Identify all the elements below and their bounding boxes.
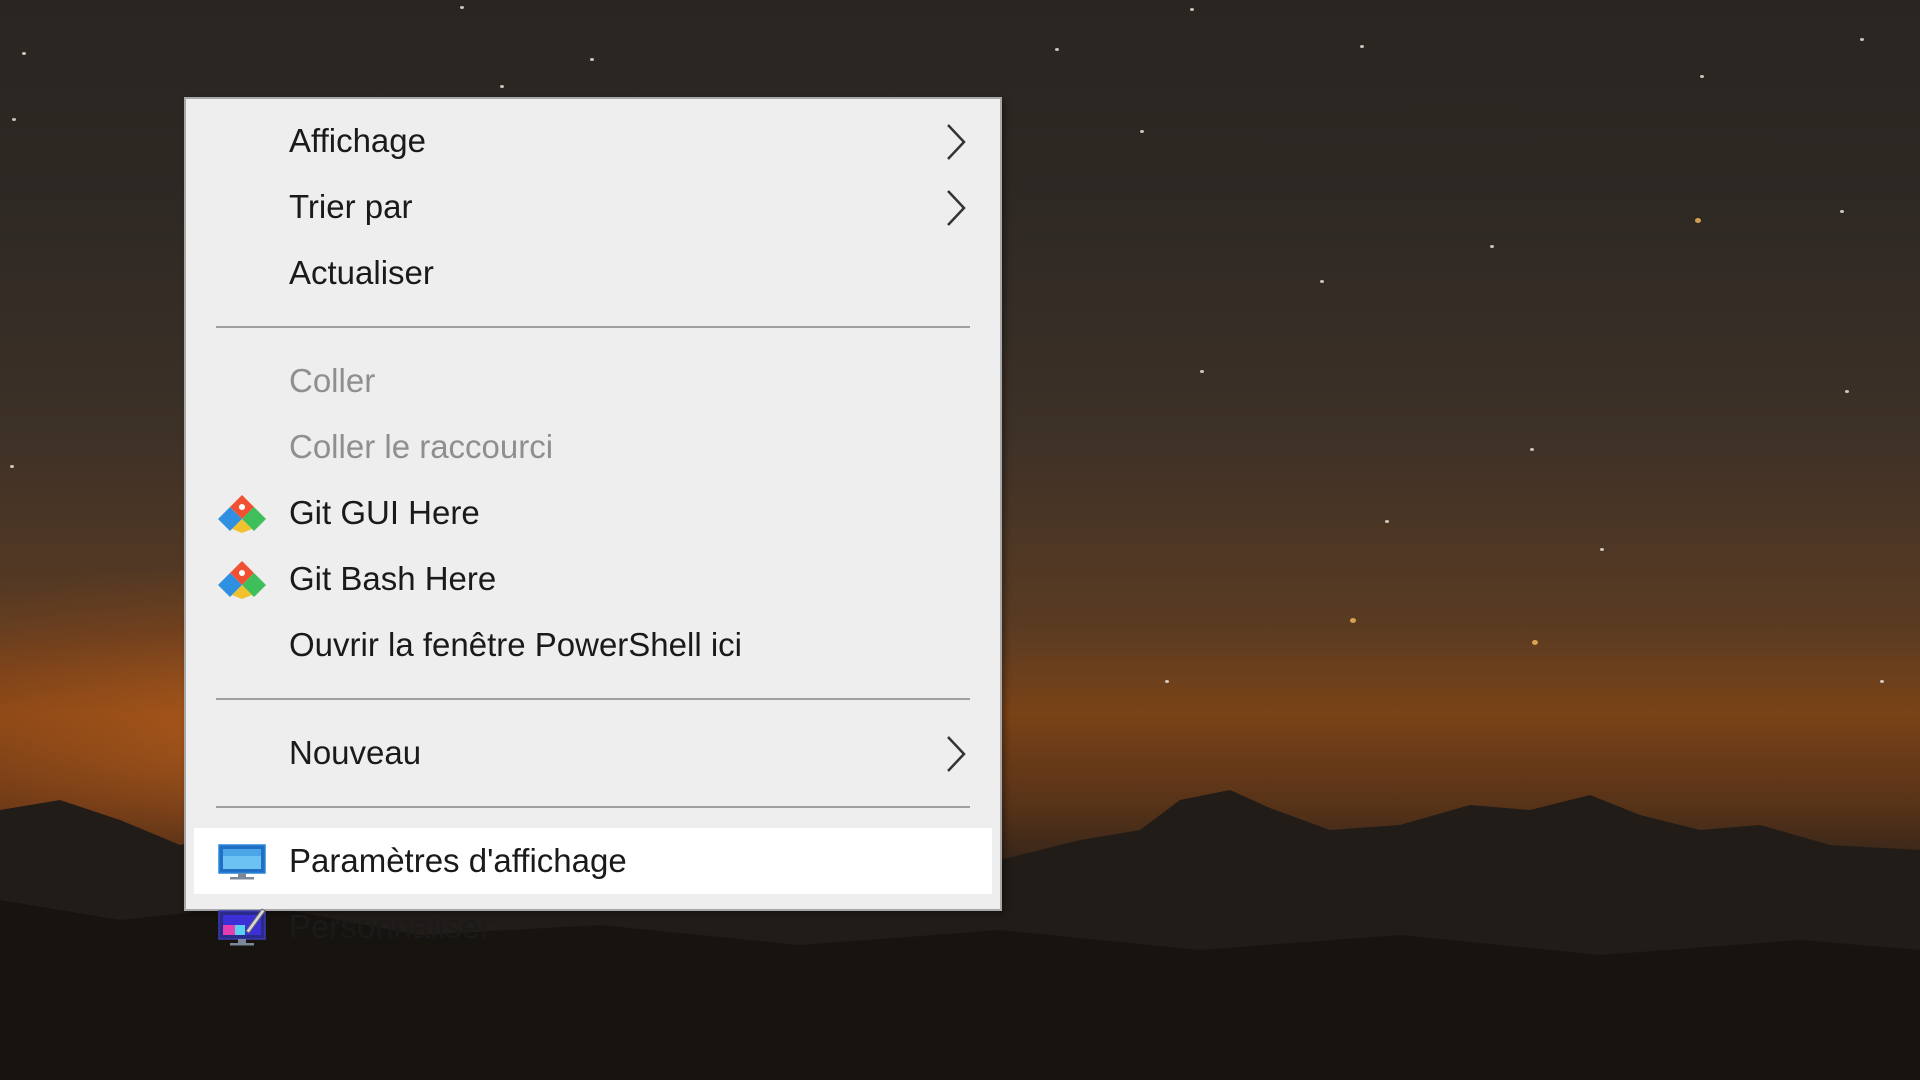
display-settings-icon [218, 844, 266, 880]
menu-item-parametres-affichage[interactable]: Paramètres d'affichage [194, 828, 992, 894]
menu-item-actualiser[interactable]: Actualiser [194, 240, 992, 306]
menu-separator [216, 806, 970, 808]
menu-item-label: Affichage [289, 122, 426, 159]
desktop-background[interactable]: Affichage Trier par Actualiser Coller Co… [0, 0, 1920, 1080]
menu-item-git-gui-here[interactable]: Git GUI Here [194, 480, 992, 546]
chevron-right-icon [947, 124, 966, 160]
menu-item-label: Actualiser [289, 254, 434, 291]
menu-separator [216, 698, 970, 700]
menu-item-label: Nouveau [289, 734, 422, 771]
menu-item-affichage[interactable]: Affichage [194, 108, 992, 174]
menu-item-label: Git Bash Here [289, 560, 497, 597]
chevron-right-icon [947, 190, 966, 226]
menu-item-label: Paramètres d'affichage [289, 842, 627, 879]
menu-item-label: Personnaliser [289, 908, 491, 945]
personalize-icon [218, 908, 266, 946]
desktop-context-menu: Affichage Trier par Actualiser Coller Co… [184, 97, 1002, 946]
menu-item-git-bash-here[interactable]: Git Bash Here [194, 546, 992, 612]
menu-item-trier-par[interactable]: Trier par [194, 174, 992, 240]
menu-item-label: Ouvrir la fenêtre PowerShell ici [289, 626, 743, 663]
menu-item-ouvrir-powershell[interactable]: Ouvrir la fenêtre PowerShell ici [194, 612, 992, 678]
menu-separator [216, 326, 970, 328]
menu-item-label: Trier par [289, 188, 413, 225]
menu-item-label: Coller [289, 362, 376, 399]
chevron-right-icon [947, 736, 966, 772]
menu-item-coller[interactable]: Coller [194, 348, 992, 414]
menu-item-label: Coller le raccourci [289, 428, 554, 465]
menu-item-label: Git GUI Here [289, 494, 480, 531]
menu-item-nouveau[interactable]: Nouveau [194, 720, 992, 786]
git-icon [218, 495, 266, 533]
git-icon [218, 561, 266, 599]
menu-item-personnaliser[interactable]: Personnaliser [194, 894, 992, 960]
menu-item-coller-le-raccourci[interactable]: Coller le raccourci [194, 414, 992, 480]
